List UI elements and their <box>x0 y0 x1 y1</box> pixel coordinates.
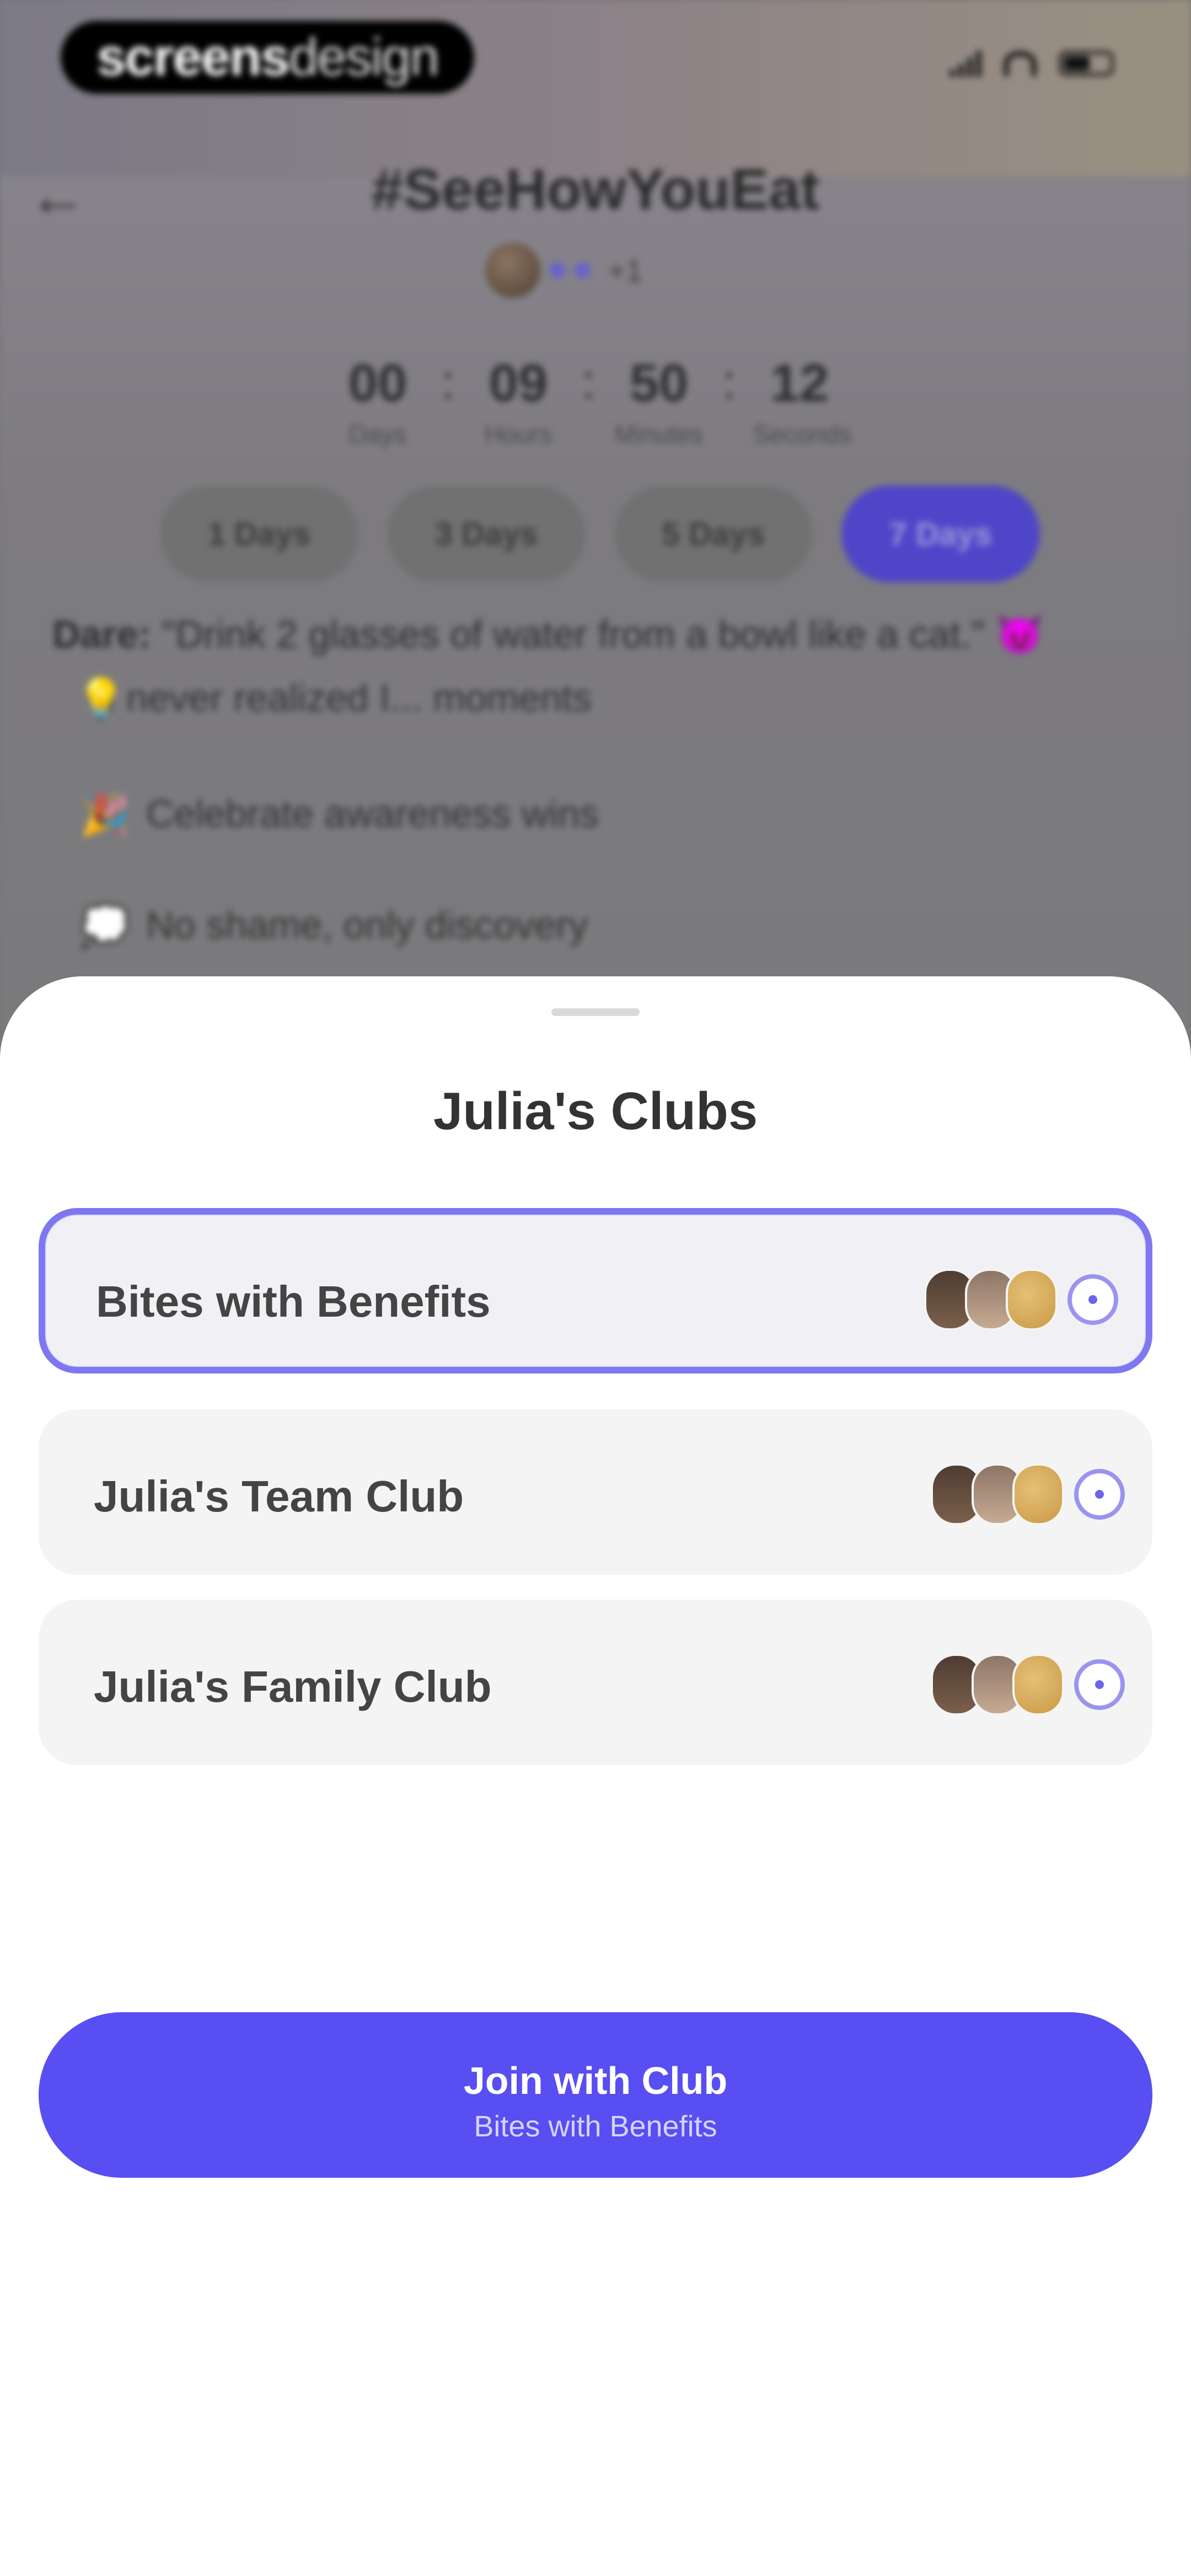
club-option-bites-with-benefits[interactable]: Bites with Benefits <box>39 1208 1152 1373</box>
tab-3-days[interactable]: 3 Days <box>387 485 586 582</box>
club-member-avatars <box>931 1463 1064 1525</box>
countdown-value: 09 <box>489 354 548 413</box>
avatar <box>1012 1654 1064 1715</box>
clubs-bottom-sheet: Julia's Clubs Bites with Benefits Julia'… <box>0 976 1191 2576</box>
avatar <box>485 243 540 298</box>
lightbulb-icon: 💡 <box>76 677 126 722</box>
avatar <box>549 262 566 279</box>
countdown-days: 00 Days <box>331 353 425 449</box>
club-name: Julia's Family Club <box>94 1662 492 1711</box>
club-radio[interactable] <box>1074 1469 1125 1520</box>
note-item: 🎉 Celebrate awareness wins <box>80 792 599 837</box>
countdown-value: 00 <box>348 354 407 413</box>
join-with-club-button[interactable]: Join with Club Bites with Benefits <box>39 2012 1152 2178</box>
countdown-timer: 00 Days : 09 Hours : 50 Minutes : 12 Sec… <box>331 353 852 449</box>
wifi-icon <box>1004 51 1037 76</box>
party-popper-icon: 🎉 <box>80 793 130 837</box>
countdown-separator: : <box>722 355 737 410</box>
countdown-label: Seconds <box>753 420 852 448</box>
club-name: Julia's Team Club <box>94 1472 464 1521</box>
countdown-label: Minutes <box>614 420 704 448</box>
logo-bold-text: screens <box>96 28 290 87</box>
day-tabs: 1 Days 3 Days 5 Days 7 Days <box>160 485 1040 582</box>
avatar <box>1012 1463 1064 1525</box>
sheet-title: Julia's Clubs <box>433 1082 758 1141</box>
screensdesign-logo: screens design <box>61 21 474 94</box>
dare-label: Dare: <box>52 613 151 656</box>
note-text: I never realized I... moments <box>105 676 592 719</box>
club-name: Bites with Benefits <box>96 1277 491 1326</box>
sheet-drag-handle[interactable] <box>551 1008 640 1016</box>
countdown-separator: : <box>441 355 455 410</box>
club-member-avatars <box>931 1654 1064 1715</box>
avatar <box>1006 1269 1058 1330</box>
countdown-label: Hours <box>484 420 552 448</box>
club-radio[interactable] <box>1067 1274 1118 1325</box>
participants[interactable]: +1 <box>485 243 643 298</box>
avatar <box>575 262 591 279</box>
status-icons <box>949 50 1114 77</box>
club-member-avatars <box>924 1269 1058 1330</box>
note-text: Celebrate awareness wins <box>146 792 599 835</box>
club-option-family[interactable]: Julia's Family Club <box>39 1600 1152 1765</box>
join-button-label: Join with Club <box>463 2059 728 2102</box>
club-radio[interactable] <box>1074 1659 1125 1710</box>
participants-more: +1 <box>608 253 643 288</box>
tab-5-days[interactable]: 5 Days <box>614 485 813 582</box>
countdown-seconds: 12 Seconds <box>753 353 852 449</box>
battery-icon <box>1059 51 1114 76</box>
tab-7-days[interactable]: 7 Days <box>841 485 1040 582</box>
cellular-signal-icon <box>949 50 981 77</box>
note-item: 💡 I never realized I... moments <box>76 676 592 722</box>
club-option-team[interactable]: Julia's Team Club <box>39 1409 1152 1575</box>
countdown-minutes: 50 Minutes <box>612 353 706 449</box>
countdown-value: 50 <box>629 354 689 413</box>
note-text: No shame, only discovery <box>146 904 588 947</box>
dare-content: "Drink 2 glasses of water from a bowl li… <box>162 613 1044 656</box>
countdown-value: 12 <box>770 354 829 413</box>
join-button-sublabel: Bites with Benefits <box>474 2110 717 2143</box>
note-item: 💭 No shame, only discovery <box>80 903 588 949</box>
countdown-hours: 09 Hours <box>471 353 565 449</box>
page-title: #SeeHowYouEat <box>371 158 820 222</box>
dare-text: Dare: "Drink 2 glasses of water from a b… <box>52 612 1044 658</box>
countdown-label: Days <box>348 420 407 448</box>
countdown-separator: : <box>582 355 596 410</box>
thought-bubble-icon: 💭 <box>80 905 130 949</box>
logo-light-text: design <box>289 28 439 87</box>
tab-1-days[interactable]: 1 Days <box>160 485 358 582</box>
screen: screens design ← #SeeHowYouEat +1 00 Days… <box>0 0 1191 2576</box>
